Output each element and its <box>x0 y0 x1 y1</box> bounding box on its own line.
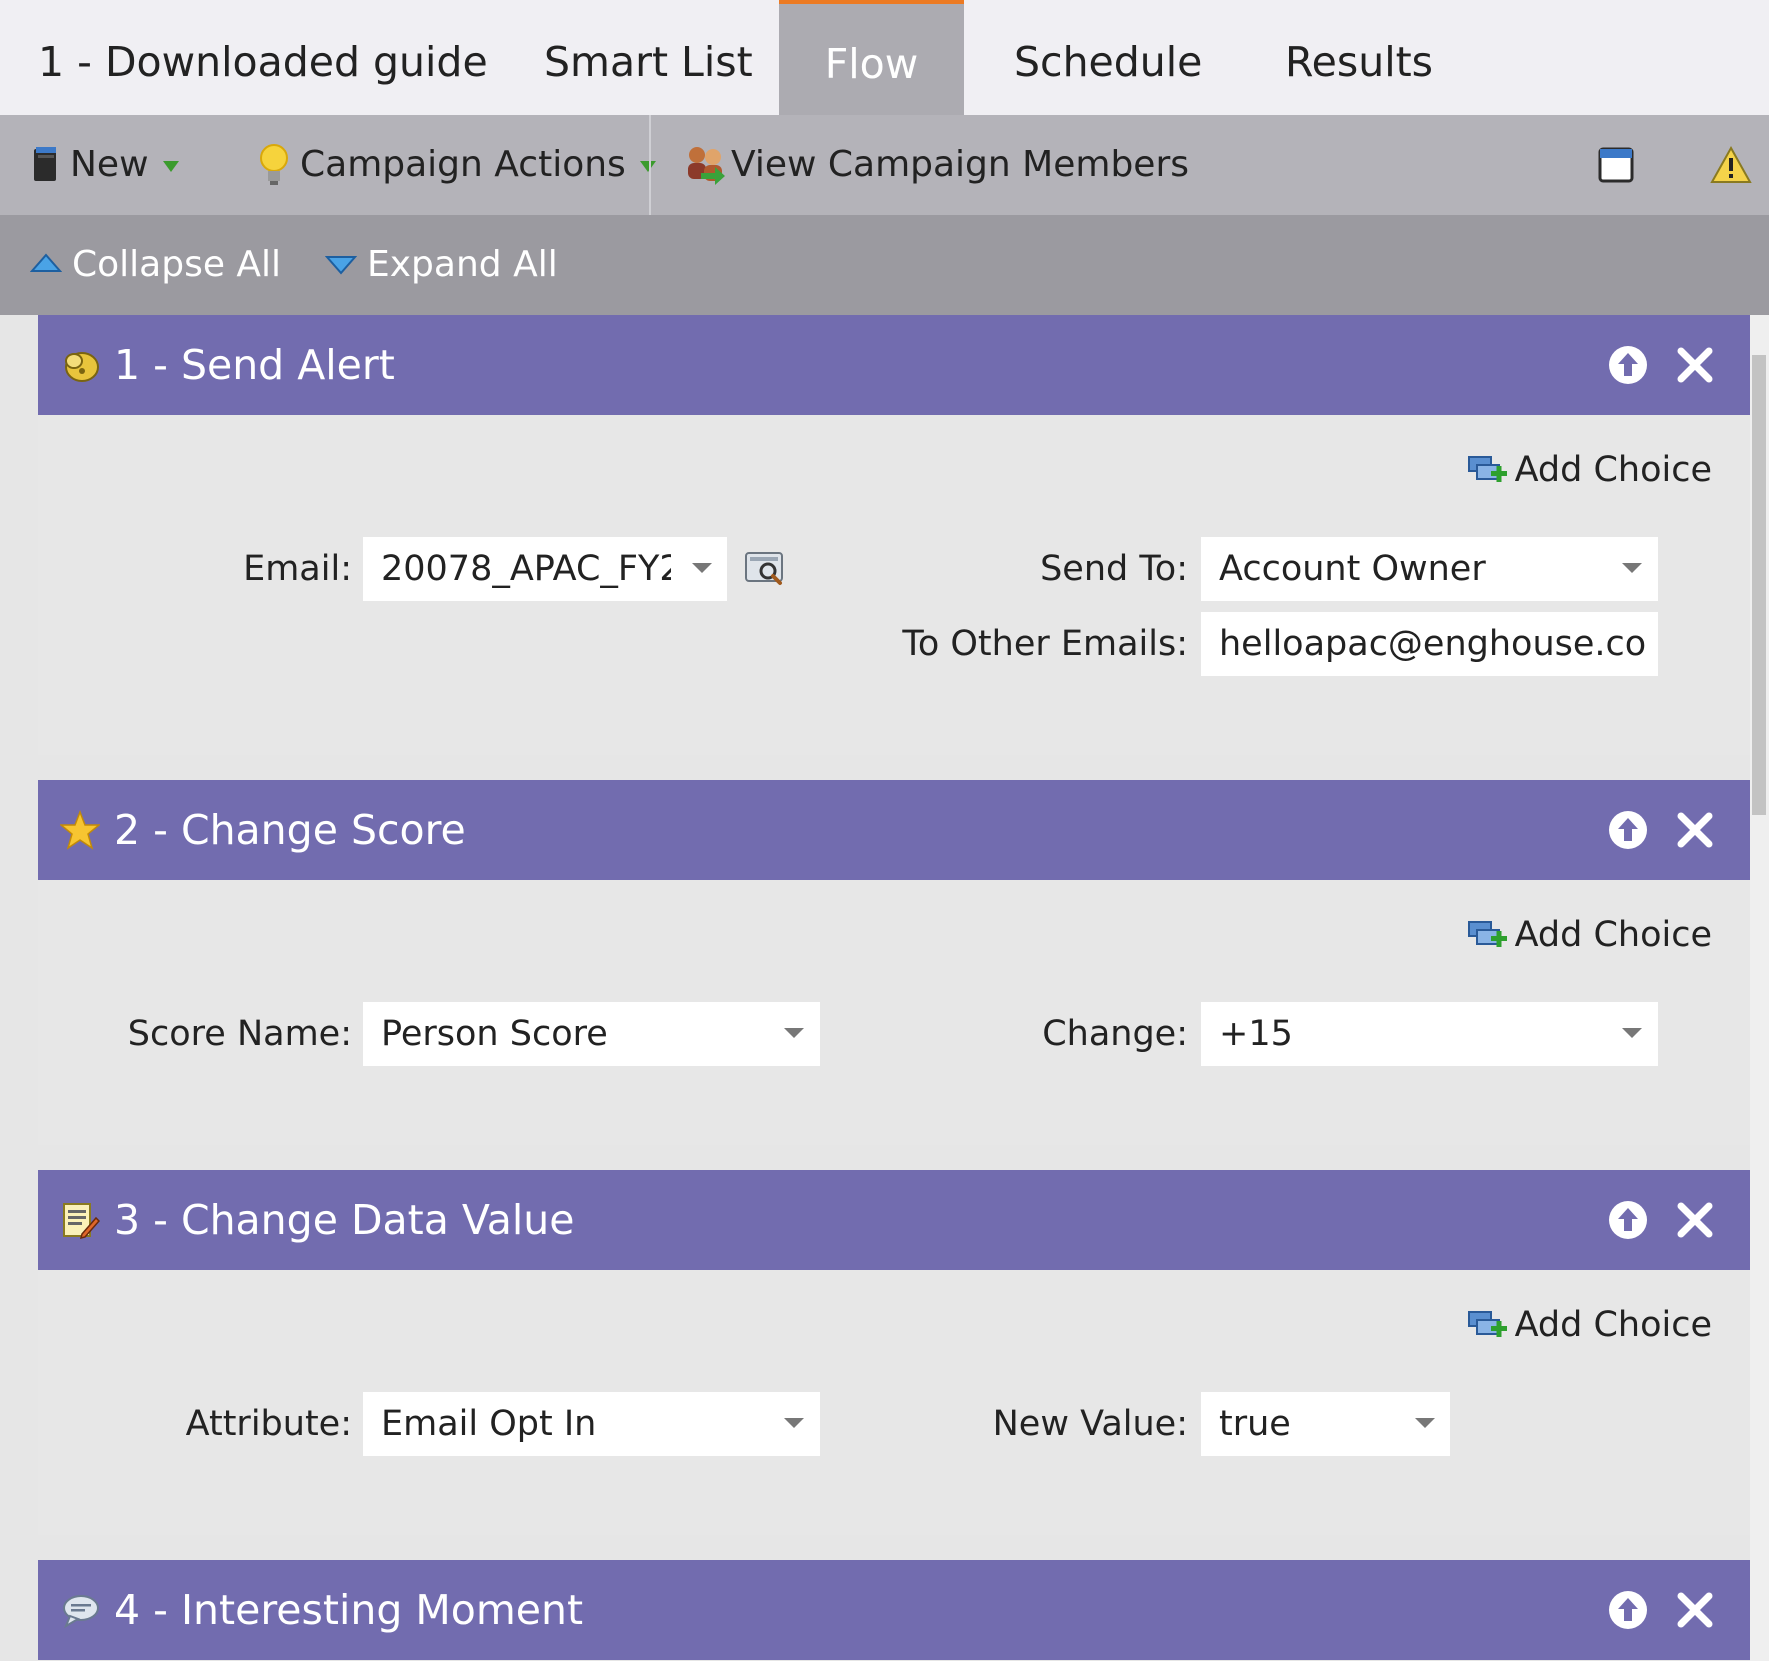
attribute-label: Attribute: <box>185 1404 352 1444</box>
score-name-label: Score Name: <box>127 1014 352 1054</box>
step-title: 3 - Change Data Value <box>114 1196 575 1244</box>
score-name-value: Person Score <box>381 1014 608 1054</box>
add-choice-button[interactable]: Add Choice <box>1467 910 1712 960</box>
vertical-scrollbar[interactable] <box>1750 315 1769 1661</box>
chevron-down-icon <box>1622 1028 1642 1038</box>
add-choice-icon <box>1467 456 1507 482</box>
new-value-select[interactable]: true <box>1201 1392 1450 1456</box>
step-header[interactable]: 3 - Change Data Value <box>38 1170 1750 1270</box>
collapse-triangle-icon <box>30 253 62 272</box>
lightbulb-icon <box>260 144 288 185</box>
expand-collapse-bar: Collapse All Expand All <box>0 215 1769 315</box>
change-select[interactable]: +15 <box>1201 1002 1658 1066</box>
add-choice-icon <box>1467 1311 1507 1337</box>
send-to-label: Send To: <box>1040 549 1188 589</box>
delete-step-icon[interactable] <box>1675 810 1715 850</box>
email-label: Email: <box>243 549 352 589</box>
change-label: Change: <box>1042 1014 1188 1054</box>
view-campaign-members-label: View Campaign Members <box>731 144 1189 185</box>
expand-triangle-icon <box>325 256 357 275</box>
new-book-icon <box>34 147 56 181</box>
add-choice-label: Add Choice <box>1514 1305 1712 1345</box>
speech-bubble-icon <box>63 1595 99 1629</box>
step-title: 2 - Change Score <box>114 806 466 854</box>
step-header[interactable]: 1 - Send Alert <box>38 315 1750 415</box>
warning-icon[interactable] <box>1710 145 1752 185</box>
move-up-icon[interactable] <box>1608 1590 1648 1630</box>
other-emails-input[interactable]: helloapac@enghouse.co <box>1201 612 1658 676</box>
flow-step-send-alert: 1 - Send Alert Add Choice Email: 20078_A… <box>38 315 1750 755</box>
collapse-all-button[interactable]: Collapse All <box>30 215 281 315</box>
preview-email-icon[interactable] <box>744 549 786 587</box>
star-icon <box>60 810 100 850</box>
toolbar-separator <box>649 115 651 215</box>
step-body: Add Choice Attribute: Email Opt In New V… <box>38 1270 1750 1535</box>
chevron-down-icon <box>1415 1418 1435 1428</box>
alert-bell-icon <box>65 352 99 382</box>
score-name-select[interactable]: Person Score <box>363 1002 820 1066</box>
scrollbar-thumb[interactable] <box>1752 355 1766 815</box>
new-dropdown-icon <box>162 160 179 172</box>
step-body: Add Choice Email: 20078_APAC_FY22 Send T… <box>38 415 1750 755</box>
delete-step-icon[interactable] <box>1675 345 1715 385</box>
new-label: New <box>70 144 149 185</box>
step-header[interactable]: 4 - Interesting Moment <box>38 1560 1750 1660</box>
campaign-actions-label: Campaign Actions <box>300 144 626 185</box>
attribute-value: Email Opt In <box>381 1404 597 1444</box>
email-value: 20078_APAC_FY22 <box>381 549 671 589</box>
expand-all-label: Expand All <box>367 244 558 285</box>
step-body: Add Choice Score Name: Person Score Chan… <box>38 880 1750 1145</box>
expand-all-button[interactable]: Expand All <box>325 215 558 315</box>
campaign-actions-dropdown-icon <box>639 160 656 172</box>
window-icon[interactable] <box>1598 147 1634 183</box>
add-choice-label: Add Choice <box>1514 450 1712 490</box>
delete-step-icon[interactable] <box>1675 1590 1715 1630</box>
move-up-icon[interactable] <box>1608 1200 1648 1240</box>
chevron-down-icon <box>1622 563 1642 573</box>
add-choice-button[interactable]: Add Choice <box>1467 445 1712 495</box>
step-header[interactable]: 2 - Change Score <box>38 780 1750 880</box>
tab-bar: 1 - Downloaded guide Smart List Flow Sch… <box>0 0 1769 115</box>
flow-steps-area: 1 - Send Alert Add Choice Email: 20078_A… <box>0 315 1769 1661</box>
flow-step-change-data-value: 3 - Change Data Value Add Choice Attribu… <box>38 1170 1750 1535</box>
tab-results[interactable]: Results <box>1285 0 1433 115</box>
move-up-icon[interactable] <box>1608 810 1648 850</box>
email-select[interactable]: 20078_APAC_FY22 <box>363 537 727 601</box>
step-title: 1 - Send Alert <box>114 341 395 389</box>
tab-flow[interactable]: Flow <box>779 0 964 115</box>
new-value-value: true <box>1219 1404 1291 1444</box>
change-value: +15 <box>1219 1014 1293 1054</box>
new-value-label: New Value: <box>992 1404 1188 1444</box>
edit-notepad-icon <box>63 1203 100 1240</box>
flow-step-change-score: 2 - Change Score Add Choice Score Name: <box>38 780 1750 1145</box>
campaign-actions-button[interactable]: Campaign Actions <box>258 115 656 215</box>
delete-step-icon[interactable] <box>1675 1200 1715 1240</box>
step-title: 4 - Interesting Moment <box>114 1586 584 1634</box>
send-to-select[interactable]: Account Owner <box>1201 537 1658 601</box>
tab-schedule[interactable]: Schedule <box>1014 0 1202 115</box>
chevron-down-icon <box>692 563 712 573</box>
move-up-icon[interactable] <box>1608 345 1648 385</box>
flow-step-interesting-moment: 4 - Interesting Moment <box>38 1560 1750 1661</box>
add-choice-label: Add Choice <box>1514 915 1712 955</box>
new-button[interactable]: New <box>30 115 179 215</box>
members-group-icon <box>688 147 725 185</box>
view-campaign-members-button[interactable]: View Campaign Members <box>685 115 1189 215</box>
collapse-all-label: Collapse All <box>72 244 282 285</box>
tab-campaign-name[interactable]: 1 - Downloaded guide <box>38 0 488 115</box>
add-choice-icon <box>1467 921 1507 947</box>
toolbar: New Campaign Actions View Campaign Membe… <box>0 115 1769 215</box>
add-choice-button[interactable]: Add Choice <box>1467 1300 1712 1350</box>
tab-smart-list[interactable]: Smart List <box>544 0 753 115</box>
other-emails-value: helloapac@enghouse.co <box>1219 624 1647 664</box>
other-emails-label: To Other Emails: <box>902 624 1188 664</box>
attribute-select[interactable]: Email Opt In <box>363 1392 820 1456</box>
send-to-value: Account Owner <box>1219 549 1486 589</box>
